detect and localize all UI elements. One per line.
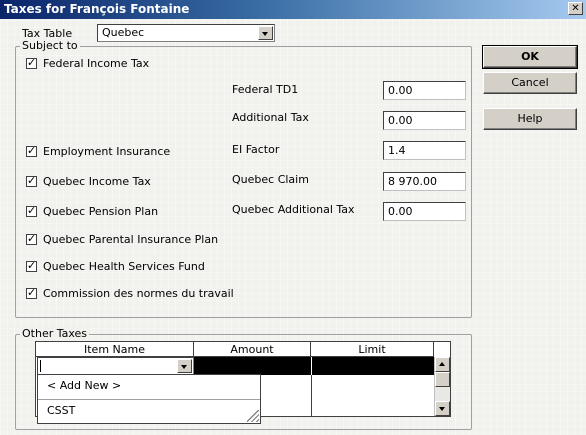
check-icon: ✓ xyxy=(27,232,37,245)
quebec-claim-field[interactable]: 8 970.00 xyxy=(383,172,466,191)
checkbox-box[interactable]: ✓ xyxy=(26,232,37,245)
item-name-dropdown-list[interactable]: < Add New > CSST xyxy=(37,374,261,424)
checkbox-label: Federal Income Tax xyxy=(43,57,150,70)
checkbox-label: Employment Insurance xyxy=(43,145,171,158)
other-taxes-legend: Other Taxes xyxy=(20,327,90,340)
checkbox-label: Quebec Health Services Fund xyxy=(43,260,205,273)
check-icon: ✓ xyxy=(27,144,37,157)
chevron-down-icon xyxy=(181,365,187,369)
check-icon: ✓ xyxy=(27,286,37,299)
chevron-down-icon xyxy=(439,407,445,411)
amount-cell-selected[interactable] xyxy=(194,357,311,375)
scroll-up-button[interactable] xyxy=(435,357,450,372)
subject-to-legend: Subject to xyxy=(20,39,80,52)
dropdown-option-add-new[interactable]: < Add New > xyxy=(38,375,260,397)
quebec-claim-label: Quebec Claim xyxy=(232,173,309,186)
ei-factor-field[interactable]: 1.4 xyxy=(383,141,466,160)
checkbox-box[interactable]: ✓ xyxy=(26,56,37,69)
column-header-item-name[interactable]: Item Name xyxy=(36,342,194,357)
checkbox-label: Quebec Parental Insurance Plan xyxy=(43,233,219,246)
window-title: Taxes for François Fontaine xyxy=(4,2,190,16)
grid-scrollbar[interactable] xyxy=(434,357,450,416)
additional-tax-label: Additional Tax xyxy=(232,111,309,124)
cancel-button[interactable]: Cancel xyxy=(483,72,577,94)
taxes-dialog: Taxes for François Fontaine ✕ Tax Table … xyxy=(0,0,586,435)
ei-factor-label: EI Factor xyxy=(232,143,280,156)
scroll-thumb[interactable] xyxy=(435,372,450,387)
tax-table-dropdown-button[interactable] xyxy=(258,26,273,40)
check-icon: ✓ xyxy=(27,174,37,187)
column-header-limit[interactable]: Limit xyxy=(311,342,434,357)
chevron-down-icon xyxy=(262,32,268,36)
column-header-amount[interactable]: Amount xyxy=(194,342,311,357)
scroll-down-button[interactable] xyxy=(435,401,450,416)
checkbox-box[interactable]: ✓ xyxy=(26,286,37,299)
checkbox-box[interactable]: ✓ xyxy=(26,259,37,272)
chevron-up-icon xyxy=(439,362,445,366)
tax-table-value: Quebec xyxy=(102,26,145,39)
limit-cell-selected[interactable] xyxy=(312,357,434,375)
check-icon: ✓ xyxy=(27,56,37,69)
close-icon[interactable]: ✕ xyxy=(568,2,583,15)
quebec-additional-tax-field[interactable]: 0.00 xyxy=(383,202,466,221)
text-cursor xyxy=(40,360,41,372)
checkbox-label: Quebec Pension Plan xyxy=(43,205,159,218)
check-icon: ✓ xyxy=(27,259,37,272)
checkbox-label: Commission des normes du travail xyxy=(43,287,234,300)
dropdown-option-csst[interactable]: CSST xyxy=(38,400,260,422)
item-name-dropdown-button[interactable] xyxy=(177,359,192,373)
resize-grip-icon[interactable] xyxy=(247,410,259,422)
quebec-additional-tax-label: Quebec Additional Tax xyxy=(232,203,355,216)
additional-tax-field[interactable]: 0.00 xyxy=(383,111,466,130)
checkbox-box[interactable]: ✓ xyxy=(26,174,37,187)
checkbox-label: Quebec Income Tax xyxy=(43,175,151,188)
tax-table-select[interactable]: Quebec xyxy=(97,24,275,42)
item-name-combo[interactable] xyxy=(37,357,194,375)
federal-td1-label: Federal TD1 xyxy=(232,83,299,96)
column-divider xyxy=(311,375,312,416)
checkbox-box[interactable]: ✓ xyxy=(26,144,37,157)
federal-td1-field[interactable]: 0.00 xyxy=(383,81,466,100)
checkbox-box[interactable]: ✓ xyxy=(26,204,37,217)
check-icon: ✓ xyxy=(27,204,37,217)
title-bar: Taxes for François Fontaine ✕ xyxy=(0,0,586,19)
ok-button[interactable]: OK xyxy=(482,45,578,69)
help-button[interactable]: Help xyxy=(483,108,577,130)
